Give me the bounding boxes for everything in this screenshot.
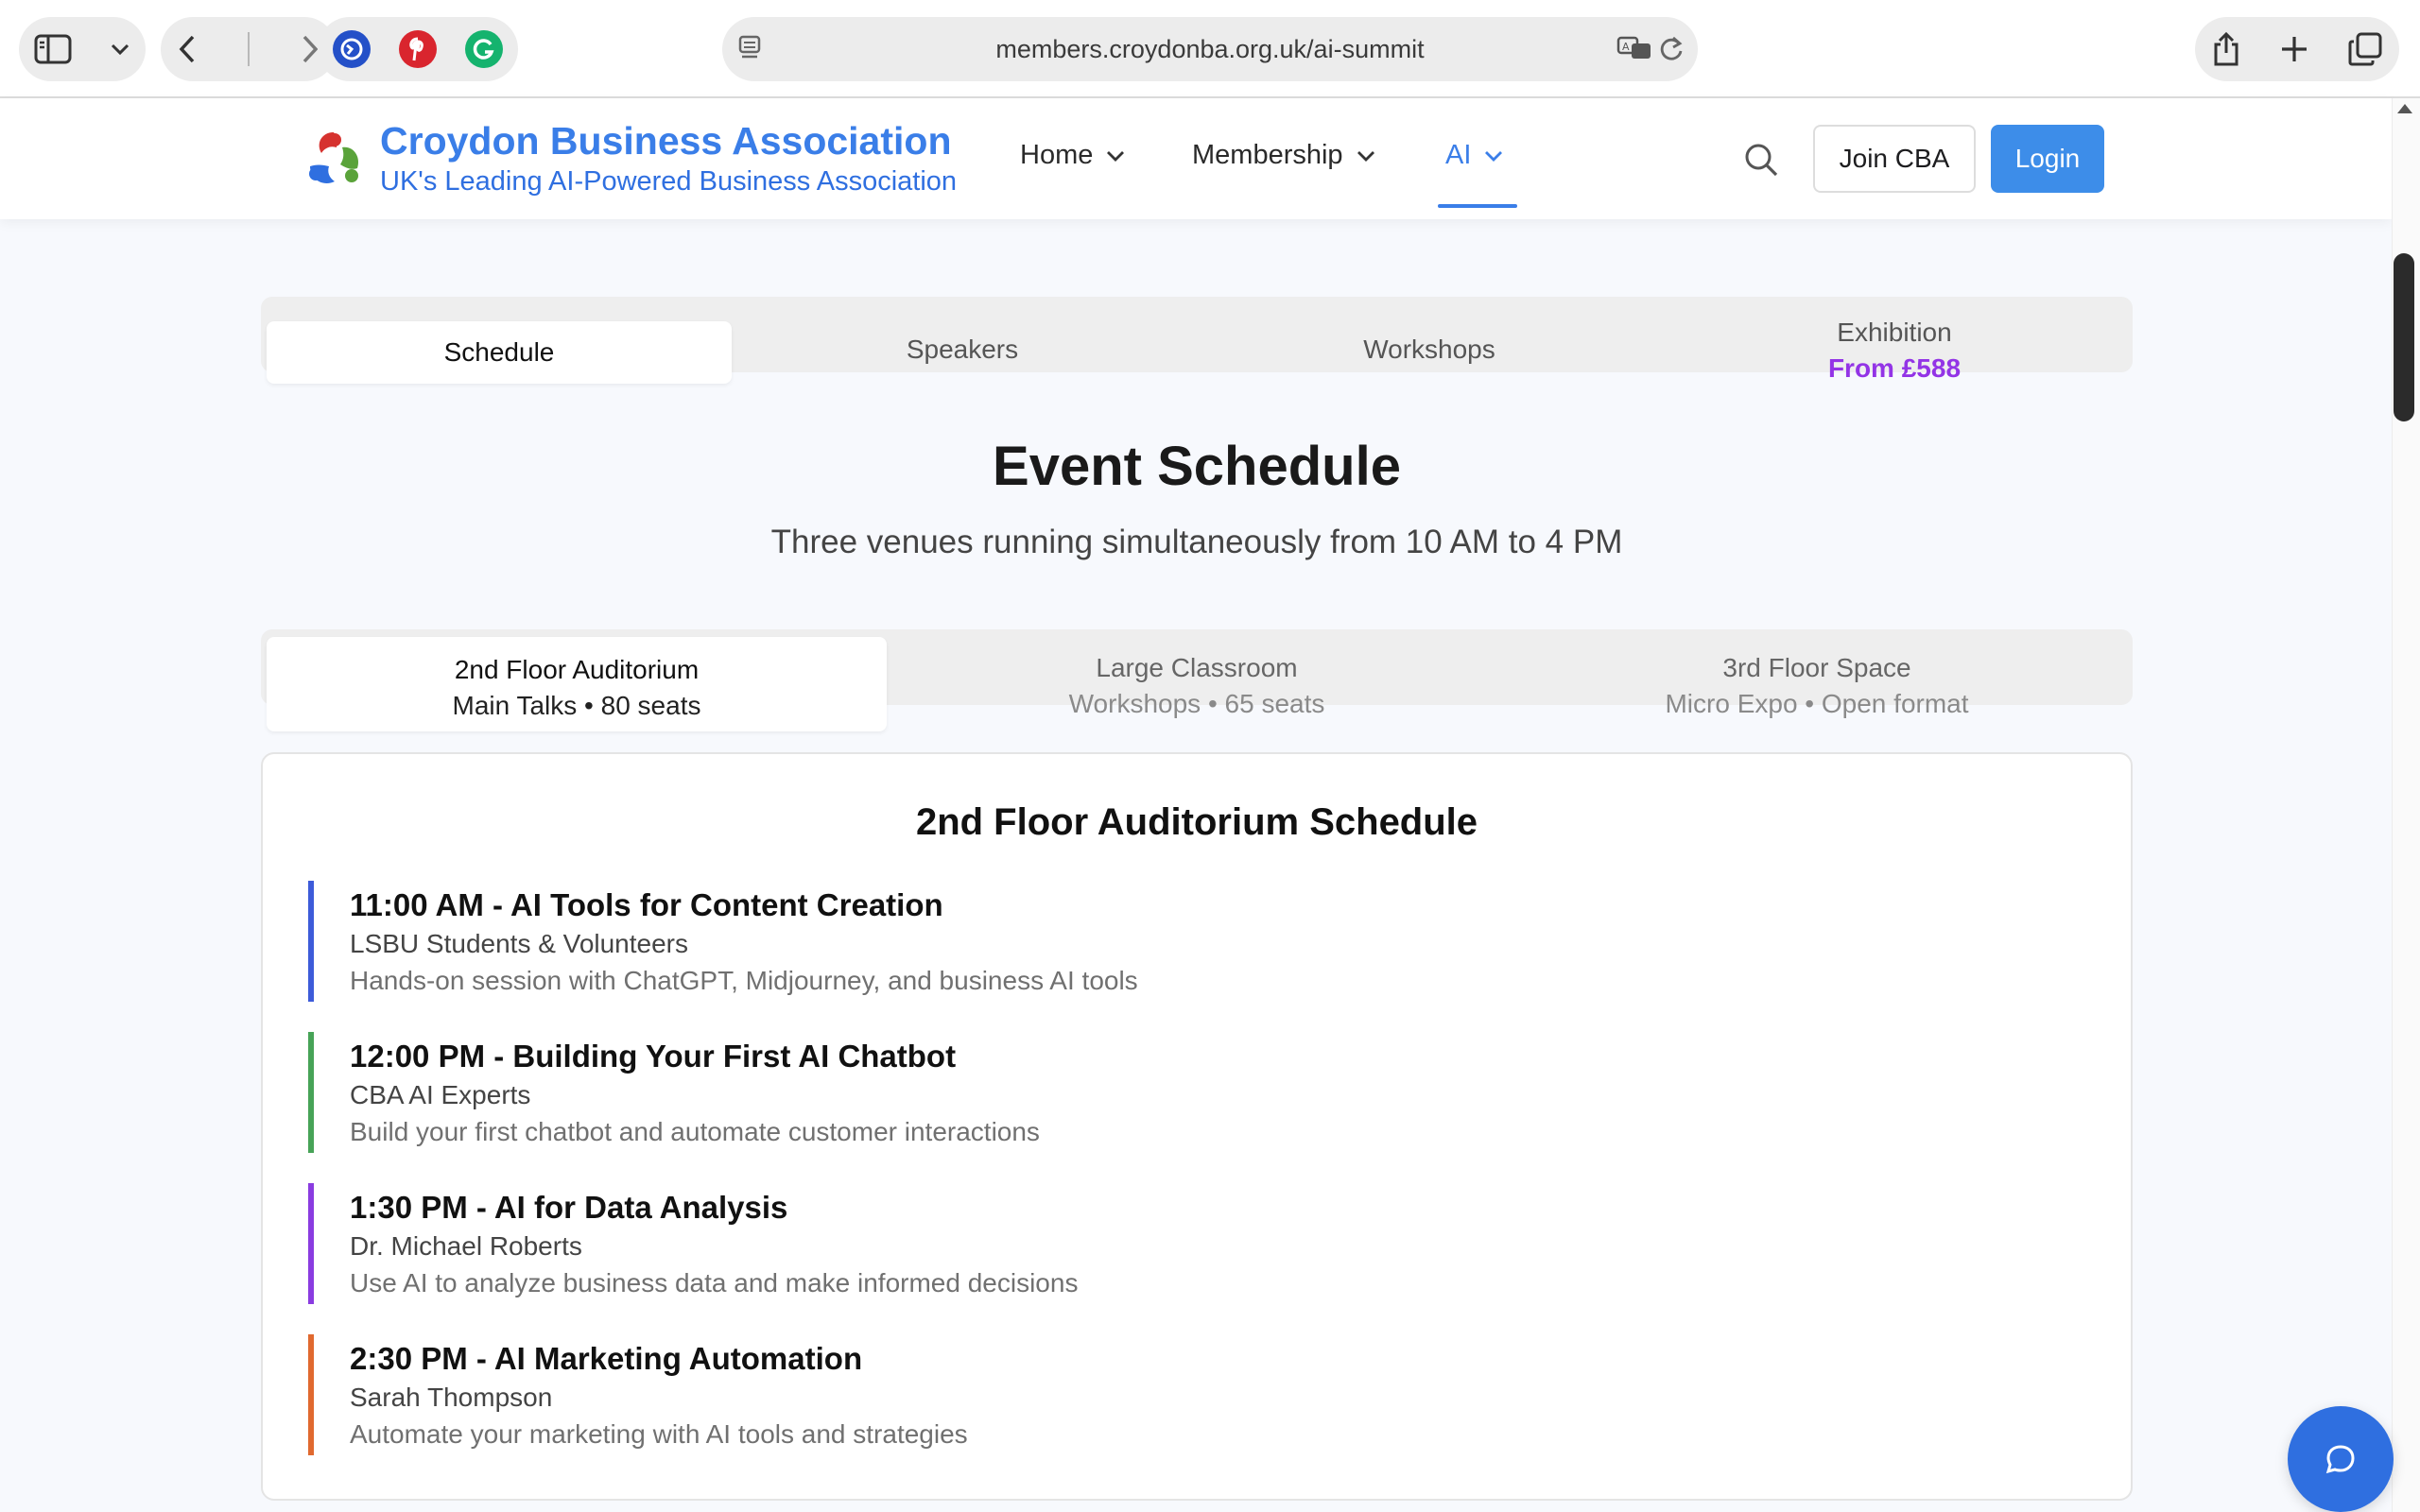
venue-tab-classroom[interactable]: Large Classroom Workshops • 65 seats [887, 650, 1507, 722]
session-title: 11:00 AM - AI Tools for Content Creation [350, 887, 943, 922]
chevron-down-icon [1484, 150, 1503, 162]
divider [248, 32, 250, 66]
translate-icon[interactable]: A [1616, 36, 1652, 60]
session-title: 2:30 PM - AI Marketing Automation [350, 1341, 863, 1376]
session-title: 1:30 PM - AI for Data Analysis [350, 1190, 788, 1225]
search-icon[interactable] [1743, 142, 1779, 178]
nav-membership-label: Membership [1192, 140, 1343, 170]
tab-speakers[interactable]: Speakers [730, 335, 1195, 365]
venue-name: 2nd Floor Auditorium [454, 655, 700, 684]
brand-tagline: UK's Leading AI-Powered Business Associa… [380, 166, 958, 197]
back-icon[interactable] [178, 34, 197, 64]
extensions-group [318, 17, 518, 81]
window-actions-group [2195, 17, 2399, 81]
session-speaker: LSBU Students & Volunteers [350, 929, 688, 958]
tab-schedule[interactable]: Schedule [267, 321, 732, 384]
safari-extension-icon[interactable] [333, 30, 371, 68]
new-tab-icon[interactable] [2280, 35, 2308, 63]
session-speaker: Dr. Michael Roberts [350, 1231, 582, 1261]
svg-text:A: A [1622, 41, 1630, 53]
tab-exhibition[interactable]: Exhibition [1662, 318, 2127, 348]
venue-name: 3rd Floor Space [1722, 653, 1911, 682]
tabs-overview-icon[interactable] [2348, 32, 2382, 66]
browser-toolbar: members.croydonba.org.uk/ai-summit A [0, 0, 2420, 98]
session-description: Automate your marketing with AI tools an… [350, 1419, 968, 1449]
session-item: 11:00 AM - AI Tools for Content Creation… [308, 881, 2085, 1002]
session-speaker: Sarah Thompson [350, 1383, 553, 1412]
session-title: 12:00 PM - Building Your First AI Chatbo… [350, 1039, 957, 1074]
page-title: Event Schedule [993, 436, 1401, 497]
exhibition-price[interactable]: From £588 [1662, 353, 2127, 384]
venue-tab-3rd-floor[interactable]: 3rd Floor Space Micro Expo • Open format [1507, 650, 2127, 722]
nav-home[interactable]: Home [1020, 140, 1125, 171]
section-tabs: Schedule Speakers Workshops Exhibition F… [261, 297, 2133, 384]
brand-name[interactable]: Croydon Business Association [380, 119, 952, 163]
pinterest-icon[interactable] [399, 30, 437, 68]
tab-workshops[interactable]: Workshops [1195, 335, 1664, 365]
session-speaker: CBA AI Experts [350, 1080, 531, 1109]
grammarly-icon[interactable] [465, 30, 503, 68]
address-bar[interactable]: members.croydonba.org.uk/ai-summit A [722, 17, 1698, 81]
session-item: 12:00 PM - Building Your First AI Chatbo… [308, 1032, 2085, 1153]
sidebar-toggle-group[interactable] [19, 17, 146, 81]
share-icon[interactable] [2212, 31, 2240, 67]
scrollbar-thumb[interactable] [2394, 253, 2414, 421]
join-cba-button[interactable]: Join CBA [1813, 125, 1976, 193]
chat-icon [2324, 1442, 2358, 1476]
page-subtitle: Three venues running simultaneously from… [770, 524, 1623, 560]
venue-tabs: 2nd Floor Auditorium Main Talks • 80 sea… [261, 629, 2133, 731]
nav-ai[interactable]: AI [1445, 140, 1503, 171]
cba-logo-icon[interactable] [302, 127, 365, 193]
nav-home-label: Home [1020, 140, 1094, 170]
venue-name: Large Classroom [1096, 653, 1298, 682]
site-header: Croydon Business Association UK's Leadin… [0, 98, 2392, 219]
schedule-title: 2nd Floor Auditorium Schedule [915, 801, 1478, 843]
reload-icon[interactable] [1658, 34, 1685, 62]
session-description: Build your first chatbot and automate cu… [350, 1117, 1040, 1146]
venue-meta: Workshops • 65 seats [1068, 689, 1325, 718]
chevron-down-icon [1357, 150, 1375, 162]
venue-tab-auditorium[interactable]: 2nd Floor Auditorium Main Talks • 80 sea… [267, 637, 887, 731]
session-item: 1:30 PM - AI for Data Analysis Dr. Micha… [308, 1183, 2085, 1304]
login-button[interactable]: Login [1991, 125, 2104, 193]
chat-button[interactable] [2288, 1406, 2394, 1512]
chevron-down-icon [1106, 150, 1125, 162]
scroll-up-arrow[interactable] [2397, 104, 2412, 113]
forward-icon[interactable] [301, 34, 320, 64]
nav-ai-label: AI [1445, 140, 1472, 170]
nav-membership[interactable]: Membership [1192, 140, 1375, 171]
session-description: Use AI to analyze business data and make… [350, 1268, 1079, 1297]
venue-meta: Micro Expo • Open format [1665, 689, 1969, 718]
session-item: 2:30 PM - AI Marketing Automation Sarah … [308, 1334, 2085, 1455]
chevron-down-icon[interactable] [110, 43, 130, 56]
sidebar-icon[interactable] [34, 34, 72, 64]
venue-meta: Main Talks • 80 seats [452, 691, 701, 720]
history-nav-group [161, 17, 337, 81]
tab-schedule-label: Schedule [443, 337, 555, 367]
url-text[interactable]: members.croydonba.org.uk/ai-summit [722, 35, 1698, 64]
nav-active-indicator [1438, 204, 1517, 208]
schedule-card: 2nd Floor Auditorium Schedule 11:00 AM -… [261, 752, 2133, 1501]
session-description: Hands-on session with ChatGPT, Midjourne… [350, 966, 1138, 995]
